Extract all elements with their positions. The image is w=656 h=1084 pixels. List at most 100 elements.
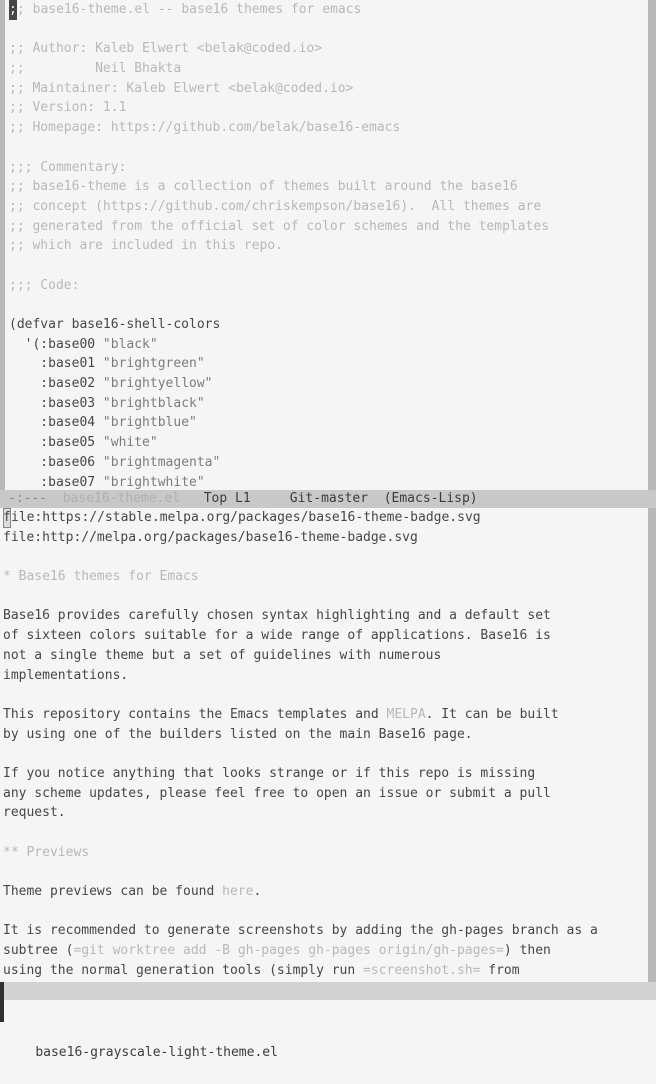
text-span: ;; concept (https://github.com/chriskemp… <box>9 198 542 214</box>
buffer-line <box>9 20 549 40</box>
text-span: '(:base00 <box>9 336 103 352</box>
text-span: "brightgreen" <box>102 356 205 372</box>
buffer-text-org: file:https://stable.melpa.org/packages/b… <box>3 508 598 982</box>
buffer-line: :base02 "brightyellow" <box>9 374 549 394</box>
buffer-line: not a single theme but a set of guidelin… <box>3 646 598 666</box>
text-span: ile:https://stable.melpa.org/packages/ba… <box>11 510 481 525</box>
text-span: ;; Neil Bhakta <box>9 61 182 77</box>
text-span: "brightblue" <box>102 415 197 431</box>
buffer-line: ;; concept (https://github.com/chriskemp… <box>9 197 549 217</box>
text-span: :base06 <box>9 454 103 470</box>
buffer-line: If you notice anything that looks strang… <box>3 764 598 784</box>
buffer-line: (defvar base16-shell-colors <box>9 315 549 335</box>
buffer-line: file:https://stable.melpa.org/packages/b… <box>3 508 598 528</box>
minibuffer-cursor-bar <box>0 1000 4 1022</box>
buffer-line <box>3 744 598 764</box>
buffer-line <box>9 295 549 315</box>
text-span: :base02 <box>9 376 103 392</box>
buffer-line: ;; base16-theme is a collection of theme… <box>9 177 549 197</box>
text-span: request. <box>3 805 66 821</box>
minibuffer-text: base16-grayscale-light-theme.el <box>35 1045 278 1060</box>
text-span: ;; Author: Kaleb Elwert <belak@coded.io> <box>9 41 323 57</box>
text-span: ;;; Commentary: <box>9 159 127 175</box>
text-span: :base03 <box>9 395 103 411</box>
buffer-line <box>3 547 598 567</box>
text-cursor: ; <box>9 0 17 20</box>
buffer-line: Base16 provides carefully chosen syntax … <box>3 606 598 626</box>
text-span: file:http://melpa.org/packages/base16-th… <box>3 529 418 545</box>
buffer-line: ;;; Code: <box>9 276 549 296</box>
text-span: "brightblack" <box>102 395 205 411</box>
text-span: subtree ( <box>3 943 74 959</box>
buffer-line: subtree (=git worktree add -B gh-pages g… <box>3 941 598 961</box>
scrollbar-left-elisp[interactable] <box>0 0 5 490</box>
text-span: ;;; Code: <box>9 277 80 293</box>
buffer-line: ;; Version: 1.1 <box>9 98 549 118</box>
buffer-line: :base05 "white" <box>9 433 549 453</box>
text-span: "brightwhite" <box>102 474 205 490</box>
text-span: It is recommended to generate screenshot… <box>3 923 598 939</box>
buffer-line: ;;; Commentary: <box>9 158 549 178</box>
text-span: ) then <box>503 943 551 959</box>
text-span: If you notice anything that looks strang… <box>3 765 536 781</box>
text-span: . <box>253 884 262 900</box>
emacs-frame: ;; base16-theme.el -- base16 themes for … <box>0 0 656 1060</box>
text-span: implementations. <box>3 667 129 683</box>
buffer-line: ;; Maintainer: Kaleb Elwert <belak@coded… <box>9 79 549 99</box>
buffer-line: by using one of the builders listed on t… <box>3 725 598 745</box>
text-span: of sixteen colors suitable for a wide ra… <box>3 628 551 644</box>
text-span: :base01 <box>9 356 103 372</box>
modeline-org[interactable]: -:--- README.org Top L1 Git-master (Org) <box>0 982 656 1000</box>
modeline-content: -:--- base16-theme.el Top L1 Git-master … <box>8 491 478 506</box>
text-span: ;; which are included in this repo. <box>9 238 283 254</box>
modeline-vc-branch: Git-master <box>289 491 384 506</box>
buffer-text-elisp: ;; base16-theme.el -- base16 themes for … <box>9 0 549 490</box>
buffer-line: :base07 "brightwhite" <box>9 473 549 491</box>
text-span: from <box>480 962 520 978</box>
text-span: using the normal generation tools (simpl… <box>3 962 364 978</box>
buffer-line: of sixteen colors suitable for a wide ra… <box>3 626 598 646</box>
buffer-line: :base04 "brightblue" <box>9 413 549 433</box>
text-span: here <box>222 884 254 900</box>
text-span: ** Previews <box>3 844 90 860</box>
buffer-line: :base01 "brightgreen" <box>9 354 549 374</box>
scrollbar-right-org[interactable] <box>648 508 656 982</box>
text-span: ;; Version: 1.1 <box>9 100 127 116</box>
buffer-line: ** Previews <box>3 843 598 863</box>
text-span: "brightyellow" <box>102 376 213 392</box>
text-span: :base05 <box>9 435 103 451</box>
window-elisp[interactable]: ;; base16-theme.el -- base16 themes for … <box>0 0 656 490</box>
text-span: any scheme updates, please feel free to … <box>3 785 551 801</box>
window-divider-left <box>0 982 4 1000</box>
text-span: by using one of the builders listed on t… <box>3 726 473 742</box>
buffer-base16-theme-el[interactable]: ;; base16-theme.el -- base16 themes for … <box>0 0 656 490</box>
modeline-elisp[interactable]: -:--- base16-theme.el Top L1 Git-master … <box>0 490 656 508</box>
buffer-line: '(:base00 "black" <box>9 335 549 355</box>
buffer-line: ;; which are included in this repo. <box>9 236 549 256</box>
buffer-line: implementations. <box>3 666 598 686</box>
buffer-line: :base03 "brightblack" <box>9 394 549 414</box>
text-span: "brightmagenta" <box>102 454 221 470</box>
buffer-line <box>3 685 598 705</box>
text-span: Theme previews can be found <box>3 884 223 900</box>
text-span: Base16 provides carefully chosen syntax … <box>3 608 551 624</box>
buffer-line: ;; Author: Kaleb Elwert <belak@coded.io> <box>9 39 549 59</box>
text-span: This repository contains the Emacs templ… <box>3 706 387 722</box>
modeline-buffer-name: base16-theme.el <box>62 491 204 506</box>
text-span: . It can be built <box>425 706 559 722</box>
buffer-readme-org[interactable]: file:https://stable.melpa.org/packages/b… <box>0 508 656 982</box>
minibuffer[interactable]: base16-grayscale-light-theme.el <box>0 1000 656 1060</box>
buffer-line: Theme previews can be found here. <box>3 882 598 902</box>
text-span: :base04 <box>9 415 103 431</box>
scrollbar-right-elisp[interactable] <box>648 0 656 490</box>
buffer-line: file:http://melpa.org/packages/base16-th… <box>3 528 598 548</box>
window-org[interactable]: file:https://stable.melpa.org/packages/b… <box>0 508 656 982</box>
buffer-line: ;; base16-theme.el -- base16 themes for … <box>9 0 549 20</box>
buffer-line: ;; Homepage: https://github.com/belak/ba… <box>9 118 549 138</box>
buffer-line: It is recommended to generate screenshot… <box>3 921 598 941</box>
text-span: ;; Maintainer: Kaleb Elwert <belak@coded… <box>9 80 354 96</box>
buffer-line: ;; Neil Bhakta <box>9 59 549 79</box>
text-span: =screenshot.sh= <box>363 962 481 978</box>
text-span: ;; Homepage: https://github.com/belak/ba… <box>9 120 401 136</box>
text-span: MELPA <box>386 706 426 722</box>
